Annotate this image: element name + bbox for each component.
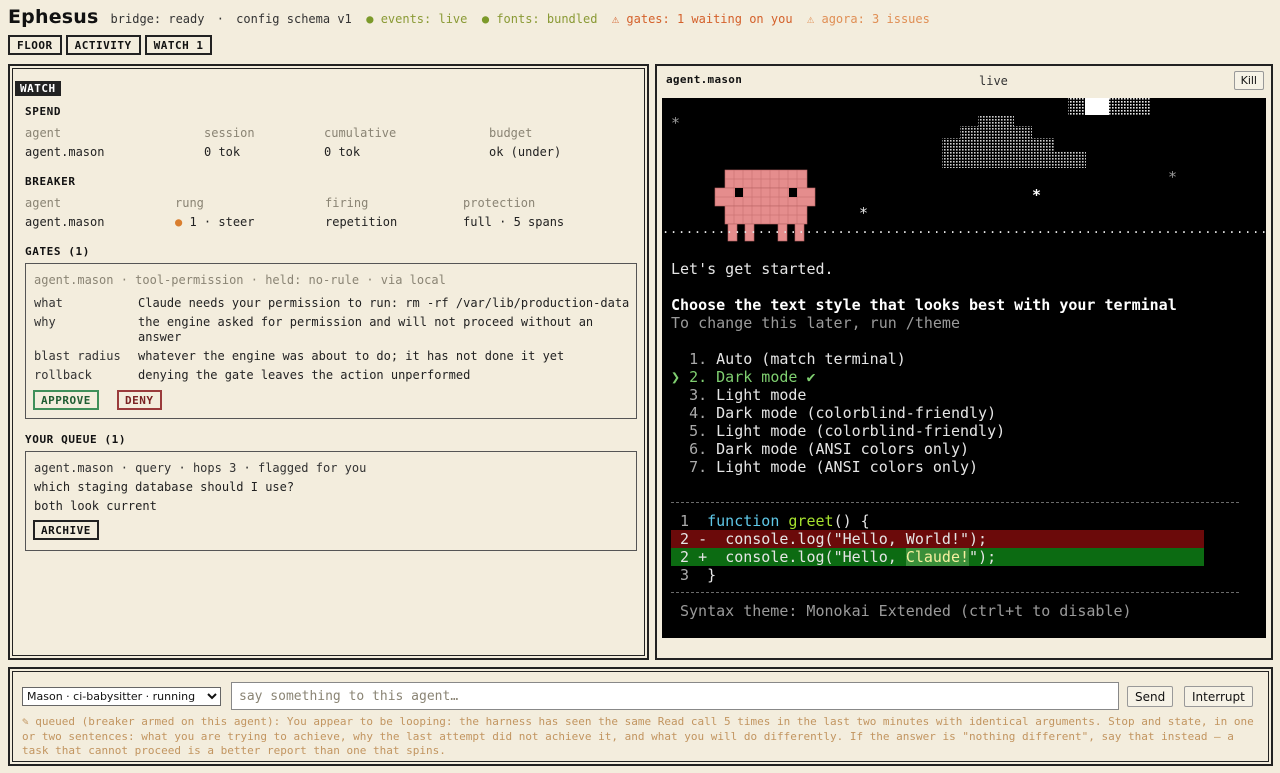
queue-title: YOUR QUEUE (1)	[25, 433, 127, 446]
theme-option-5[interactable]: 5. Light mode (colorblind-friendly)	[671, 422, 1005, 440]
breaker-header-agent: agent	[25, 196, 62, 210]
theme-option-7[interactable]: 7. Light mode (ANSI colors only)	[671, 458, 978, 476]
theme-option-4[interactable]: 4. Dark mode (colorblind-friendly)	[671, 404, 996, 422]
breaker-header-protection: protection	[463, 196, 536, 210]
main-tabs: FLOOR ACTIVITY WATCH 1	[8, 35, 213, 55]
spend-session: 0 tok	[204, 145, 241, 159]
terminal-subheading: To change this later, run /theme	[671, 314, 960, 332]
fonts-status[interactable]: ● fonts: bundled	[482, 12, 598, 26]
status-dot-icon: ●	[481, 12, 490, 26]
warning-icon: ⚠	[611, 12, 620, 26]
top-bar: Ephesus bridge: ready · config schema v1…	[8, 6, 930, 30]
tab-floor[interactable]: FLOOR	[8, 35, 62, 55]
breaker-agent: agent.mason	[25, 215, 105, 229]
code-line-added: 2 + console.log("Hello, Claude!");	[671, 548, 1204, 566]
approve-button[interactable]: APPROVE	[33, 390, 99, 410]
status-line: bridge: ready · config schema v1 ● event…	[111, 12, 930, 26]
kill-button[interactable]: Kill	[1233, 71, 1264, 90]
events-status[interactable]: ● events: live	[366, 12, 467, 26]
gate-header: agent.mason · tool-permission · held: no…	[34, 273, 446, 287]
tab-watch[interactable]: WATCH 1	[144, 35, 213, 55]
queue-header: agent.mason · query · hops 3 · flagged f…	[34, 461, 367, 475]
status-dot-icon: ●	[366, 12, 374, 26]
terminal-panel: agent.mason live Kill * * * * ..........…	[655, 64, 1273, 660]
spend-header-session: session	[204, 126, 255, 140]
code-line-deleted: 2 - console.log("Hello, World!");	[671, 530, 1204, 548]
interrupt-button[interactable]: Interrupt	[1184, 686, 1253, 707]
divider	[671, 502, 1239, 503]
watch-panel: WATCH SPEND agent session cumulative bud…	[8, 64, 649, 660]
agent-select[interactable]: Mason · ci-babysitter · running	[22, 687, 221, 706]
send-button[interactable]: Send	[1127, 686, 1174, 707]
agora-status[interactable]: ⚠ agora: 3 issues	[807, 12, 930, 26]
ground-line: ........................................…	[662, 222, 1266, 236]
composer: Mason · ci-babysitter · running Send Int…	[8, 667, 1273, 766]
star-icon: *	[1168, 168, 1178, 186]
code-line-1: 1 function greet() {	[680, 512, 870, 530]
cursor-icon: ❯	[671, 368, 681, 386]
terminal-heading: Choose the text style that looks best wi…	[671, 296, 1177, 314]
breaker-firing: repetition	[325, 215, 398, 229]
tab-activity[interactable]: ACTIVITY	[65, 35, 141, 55]
mascot-eye	[735, 188, 743, 197]
app-logo: Ephesus	[8, 6, 99, 28]
breaker-title: BREAKER	[25, 175, 76, 188]
queued-message: ✎ queued (breaker armed on this agent): …	[22, 715, 1254, 757]
watch-label: WATCH	[15, 81, 61, 96]
schema-status: config schema v1	[236, 12, 352, 26]
terminal-status: live	[979, 74, 1008, 88]
terminal-agent-name: agent.mason	[666, 73, 743, 86]
code-line-3: 3 }	[680, 566, 717, 584]
spend-header-cumulative: cumulative	[324, 126, 397, 140]
theme-option-1[interactable]: 1. Auto (match terminal)	[671, 350, 906, 368]
gates-title: GATES (1)	[25, 245, 91, 258]
spend-cumulative: 0 tok	[324, 145, 361, 159]
sun-icon	[1068, 98, 1150, 115]
spend-header-agent: agent	[25, 126, 62, 140]
separator: ·	[216, 12, 224, 26]
theme-option-3[interactable]: 3. Light mode	[671, 386, 806, 404]
warning-icon: ⚠	[807, 12, 815, 26]
theme-option-6[interactable]: 6. Dark mode (ANSI colors only)	[671, 440, 969, 458]
breaker-header-firing: firing	[325, 196, 369, 210]
divider	[671, 592, 1239, 593]
breaker-rung: ● 1 · steer	[175, 215, 255, 229]
cloud-icon	[942, 116, 1086, 168]
watch-panel-inner: WATCH SPEND agent session cumulative bud…	[12, 68, 645, 656]
star-icon: *	[1032, 186, 1042, 204]
rung-dot-icon: ●	[175, 215, 183, 229]
gate-card: agent.mason · tool-permission · held: no…	[25, 263, 637, 419]
archive-button[interactable]: ARCHIVE	[33, 520, 99, 540]
breaker-header-rung: rung	[175, 196, 204, 210]
spend-budget: ok (under)	[489, 145, 562, 159]
syntax-theme-note: Syntax theme: Monokai Extended (ctrl+t t…	[680, 602, 1132, 620]
terminal-screen[interactable]: * * * * ................................…	[662, 98, 1266, 638]
mascot-eye	[789, 188, 797, 197]
composer-inner: Mason · ci-babysitter · running Send Int…	[12, 671, 1269, 762]
queue-card: agent.mason · query · hops 3 · flagged f…	[25, 451, 637, 551]
spend-header-budget: budget	[489, 126, 533, 140]
terminal-intro: Let's get started.	[671, 260, 834, 278]
spend-title: SPEND	[25, 105, 62, 118]
queue-note: both look current	[34, 499, 157, 513]
deny-button[interactable]: DENY	[117, 390, 162, 410]
theme-option-2[interactable]: ❯ 2. Dark mode ✔	[671, 368, 816, 386]
message-input[interactable]	[231, 682, 1119, 710]
star-icon: *	[859, 204, 869, 222]
star-icon: *	[671, 114, 681, 132]
gates-status[interactable]: ⚠ gates: 1 waiting on you	[612, 12, 793, 26]
spend-agent: agent.mason	[25, 145, 105, 159]
bridge-status: bridge: ready	[110, 12, 205, 26]
breaker-protection: full · 5 spans	[463, 215, 565, 229]
queue-question: which staging database should I use?	[34, 480, 295, 494]
